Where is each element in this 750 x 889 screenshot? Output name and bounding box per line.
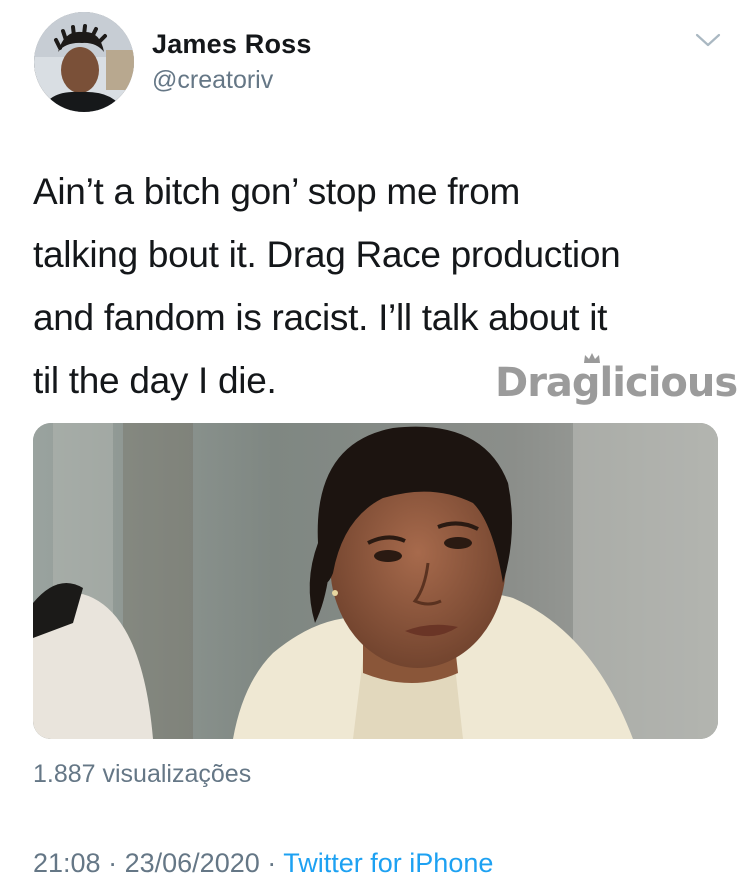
separator: · [108,848,118,878]
tweet-source-link[interactable]: Twitter for iPhone [283,848,493,878]
separator: · [267,848,277,878]
author-name[interactable]: James Ross [152,29,312,60]
tweet-meta: 21:08 · 23/06/2020 · Twitter for iPhone [33,848,493,879]
chevron-down-icon[interactable] [694,30,722,50]
author-avatar[interactable] [34,12,134,112]
tweet-time[interactable]: 21:08 [33,848,101,878]
author-handle[interactable]: @creatoriv [152,66,273,95]
watermark-text: Draglicious [495,360,738,406]
tweet-video[interactable] [33,423,718,739]
view-count: 1.887 visualizações [33,760,252,788]
tweet-date[interactable]: 23/06/2020 [125,848,260,878]
watermark-logo: Draglicious [495,352,738,412]
